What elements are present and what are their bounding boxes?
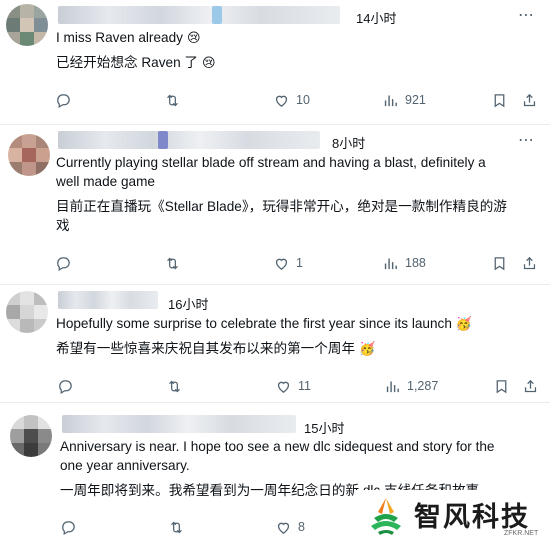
like-count: 10 bbox=[296, 93, 310, 107]
crying-emoji-icon: 😢 bbox=[202, 55, 216, 70]
tweet-text-en-line-2: well made game bbox=[56, 174, 155, 189]
timestamp[interactable]: 16小时 bbox=[168, 294, 208, 313]
avatar[interactable] bbox=[10, 415, 52, 457]
tweet-1[interactable]: 14小时 ⋯ I miss Raven already 😢 已经开始想念 Rave… bbox=[0, 0, 550, 124]
heart-icon bbox=[277, 522, 290, 534]
action-bar: 1 188 bbox=[0, 253, 550, 273]
timestamp[interactable]: 15小时 bbox=[304, 418, 344, 437]
share-button[interactable] bbox=[521, 90, 538, 110]
tweet-text-en-line-2: one year anniversary. bbox=[60, 458, 190, 473]
view-count: 921 bbox=[405, 93, 426, 107]
user-name[interactable] bbox=[58, 291, 158, 309]
like-button[interactable]: 10 bbox=[273, 90, 310, 110]
bookmark-button[interactable] bbox=[491, 90, 508, 110]
like-count: 11 bbox=[298, 379, 311, 393]
analytics-icon bbox=[386, 381, 399, 392]
tweet-text-zh: 希望有一些惊喜来庆祝自其发布以来的第一个周年 🥳 bbox=[56, 339, 375, 358]
avatar[interactable] bbox=[6, 4, 48, 46]
reply-icon bbox=[57, 256, 70, 271]
action-bar: 11 1,287 bbox=[0, 376, 550, 396]
bookmark-button[interactable] bbox=[493, 376, 510, 396]
retweet-icon bbox=[167, 94, 178, 106]
views-button[interactable]: 188 bbox=[382, 253, 426, 273]
reply-icon bbox=[59, 379, 72, 394]
reply-icon bbox=[62, 520, 75, 535]
tweet-text-en: I miss Raven already 😢 bbox=[56, 28, 201, 47]
views-button[interactable]: 1,287 bbox=[384, 376, 438, 396]
retweet-button[interactable] bbox=[168, 517, 191, 537]
tweet-text-zh-line-1: 目前正在直播玩《Stellar Blade》，玩得非常开心，绝对是一款制作精良的… bbox=[56, 199, 507, 214]
reply-button[interactable] bbox=[57, 376, 80, 396]
share-icon bbox=[523, 256, 536, 269]
avatar[interactable] bbox=[6, 291, 48, 333]
tweet-text-zh-line-2: 戏 bbox=[56, 218, 70, 233]
bookmark-icon bbox=[496, 379, 507, 393]
like-button[interactable]: 1 bbox=[273, 253, 303, 273]
retweet-icon bbox=[169, 380, 180, 392]
share-icon bbox=[523, 93, 536, 106]
like-count: 8 bbox=[298, 520, 305, 534]
more-options-icon[interactable]: ⋯ bbox=[518, 133, 535, 149]
reply-button[interactable] bbox=[60, 517, 83, 537]
tweet-3[interactable]: 16小时 Hopefully some surprise to celebrat… bbox=[0, 285, 550, 402]
more-options-icon[interactable]: ⋯ bbox=[518, 8, 535, 24]
user-name[interactable] bbox=[58, 6, 340, 24]
like-button[interactable]: 8 bbox=[275, 517, 305, 537]
analytics-icon bbox=[384, 258, 397, 269]
tweet-text-zh: 已经开始想念 Raven 了 😢 bbox=[56, 53, 216, 72]
views-button[interactable]: 921 bbox=[382, 90, 426, 110]
share-icon bbox=[524, 379, 537, 392]
retweet-button[interactable] bbox=[164, 90, 187, 110]
retweet-button[interactable] bbox=[164, 253, 187, 273]
retweet-icon bbox=[167, 257, 178, 269]
bookmark-button[interactable] bbox=[491, 253, 508, 273]
tweet-text-en-line-1: Currently playing stellar blade off stre… bbox=[56, 155, 486, 170]
analytics-icon bbox=[384, 95, 397, 106]
avatar[interactable] bbox=[8, 134, 50, 176]
retweet-icon bbox=[171, 521, 182, 533]
action-bar: 10 921 bbox=[0, 90, 550, 110]
bookmark-icon bbox=[494, 256, 505, 270]
party-face-emoji-icon: 🥳 bbox=[455, 316, 473, 331]
text-zh: 已经开始想念 Raven 了 bbox=[56, 55, 199, 70]
view-count: 188 bbox=[405, 256, 426, 270]
tweet-text-en-line-1: Anniversary is near. I hope too see a ne… bbox=[60, 439, 495, 454]
reply-icon bbox=[57, 93, 70, 108]
share-button[interactable] bbox=[522, 376, 539, 396]
view-count: 1,287 bbox=[407, 379, 439, 393]
heart-icon bbox=[277, 381, 290, 393]
text-zh: 希望有一些惊喜来庆祝自其发布以来的第一个周年 bbox=[56, 341, 356, 356]
user-name[interactable] bbox=[62, 415, 296, 433]
retweet-button[interactable] bbox=[166, 376, 189, 396]
tweet-2[interactable]: 8小时 ⋯ Currently playing stellar blade of… bbox=[0, 125, 550, 284]
zhifeng-logo-icon bbox=[371, 498, 401, 535]
reply-button[interactable] bbox=[55, 90, 78, 110]
text-en: Hopefully some surprise to celebrate the… bbox=[56, 316, 452, 331]
share-button[interactable] bbox=[521, 253, 538, 273]
watermark: 智风科技 ZFKR.NET bbox=[354, 490, 550, 545]
watermark-url: ZFKR.NET bbox=[504, 530, 539, 537]
timestamp[interactable]: 8小时 bbox=[332, 133, 365, 152]
text-en: I miss Raven already bbox=[56, 30, 183, 45]
like-button[interactable]: 11 bbox=[275, 376, 311, 396]
watermark-title: 智风科技 bbox=[414, 502, 530, 532]
user-badge bbox=[212, 6, 222, 24]
bookmark-icon bbox=[494, 93, 505, 107]
crying-emoji-icon: 😢 bbox=[186, 30, 201, 45]
reply-button[interactable] bbox=[55, 253, 78, 273]
user-name[interactable] bbox=[58, 131, 320, 149]
tweet-text-en: Hopefully some surprise to celebrate the… bbox=[56, 314, 472, 333]
party-face-emoji-icon: 🥳 bbox=[359, 341, 376, 356]
like-count: 1 bbox=[296, 256, 303, 270]
user-badge bbox=[158, 131, 168, 149]
heart-icon bbox=[275, 95, 288, 107]
timestamp[interactable]: 14小时 bbox=[356, 8, 396, 27]
heart-icon bbox=[275, 258, 288, 270]
